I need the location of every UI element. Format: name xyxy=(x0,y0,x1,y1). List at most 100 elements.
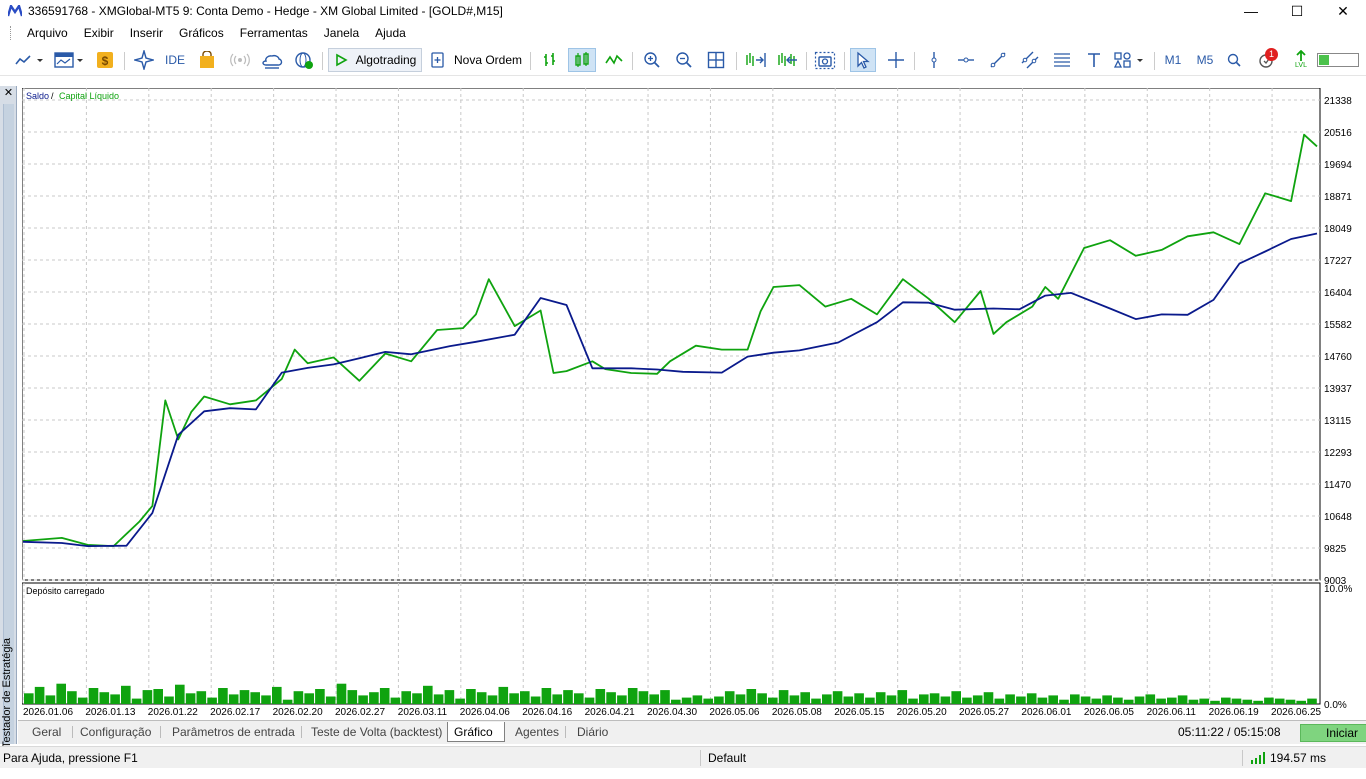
menu-ajuda[interactable]: Ajuda xyxy=(367,26,414,40)
tab-grafico[interactable]: Gráfico xyxy=(447,722,505,742)
deposit-bar xyxy=(789,695,800,704)
ide-button[interactable]: IDE xyxy=(162,48,188,72)
deposit-bar xyxy=(1016,696,1026,704)
templates-button[interactable] xyxy=(52,48,86,72)
menu-arquivo[interactable]: Arquivo xyxy=(19,26,76,40)
cursor-button[interactable] xyxy=(850,48,876,72)
level-button[interactable]: LVL xyxy=(1290,48,1312,72)
horizontal-line-button[interactable] xyxy=(954,48,978,72)
fibonacci-icon xyxy=(1054,53,1070,67)
dollar-button[interactable]: $ xyxy=(94,48,116,72)
deposit-bar xyxy=(1242,699,1253,704)
deposit-bar xyxy=(606,692,616,704)
timeframe-m5-button[interactable]: M5 xyxy=(1192,48,1218,72)
deposit-bar xyxy=(714,696,724,704)
deposit-bar xyxy=(649,694,659,704)
x-tick-label: 2026.06.25 xyxy=(1271,707,1321,718)
screenshot-button[interactable] xyxy=(812,48,838,72)
vertical-line-icon xyxy=(931,52,937,68)
tab-geral[interactable]: Geral xyxy=(26,722,67,742)
tab-configuracao[interactable]: Configuração xyxy=(74,722,157,742)
close-button[interactable]: ✕ xyxy=(1320,0,1366,22)
deposit-bar xyxy=(617,695,627,704)
y-tick-label: 9825 xyxy=(1324,544,1347,555)
vps-button[interactable] xyxy=(260,48,284,72)
ai-assistant-button[interactable] xyxy=(132,48,156,72)
menu-janela[interactable]: Janela xyxy=(316,26,367,40)
fibonacci-button[interactable] xyxy=(1050,48,1074,72)
web-button[interactable] xyxy=(292,48,316,72)
crosshair-icon xyxy=(888,52,904,68)
deposit-bar xyxy=(1102,695,1112,704)
x-tick-label: 2026.05.15 xyxy=(834,707,884,718)
globe-icon xyxy=(295,52,313,69)
vertical-line-button[interactable] xyxy=(922,48,946,72)
notifications-button[interactable]: 1 xyxy=(1252,48,1280,72)
zoom-in-icon xyxy=(644,52,660,68)
signal-icon xyxy=(230,53,250,67)
tab-diario[interactable]: Diário xyxy=(571,722,614,742)
deposit-bar xyxy=(1221,697,1231,704)
backtest-chart-area[interactable]: 2026.01.06 2026.01.13 2026.01.22 2026.02.17… xyxy=(18,86,1366,720)
crosshair-button[interactable] xyxy=(884,48,908,72)
bar-chart-button[interactable] xyxy=(538,48,562,72)
deposit-bar xyxy=(239,690,250,704)
deposit-bar xyxy=(412,693,422,704)
x-tick-label: 2026.02.20 xyxy=(273,707,323,718)
tab-agentes[interactable]: Agentes xyxy=(509,722,565,742)
chart-type-button[interactable] xyxy=(12,48,46,72)
trend-line-button[interactable] xyxy=(986,48,1010,72)
deposit-bar xyxy=(638,691,649,704)
legend-balance: Saldo xyxy=(26,91,49,101)
tile-windows-button[interactable] xyxy=(704,48,728,72)
shapes-button[interactable] xyxy=(1112,48,1148,72)
channel-button[interactable] xyxy=(1018,48,1042,72)
deposit-y-tick: 10.0% xyxy=(1324,584,1352,595)
grid-icon xyxy=(707,51,725,69)
auto-scroll-icon xyxy=(778,53,797,66)
minimize-button[interactable]: — xyxy=(1228,0,1274,22)
algotrading-label: Algotrading xyxy=(355,53,417,67)
start-button[interactable]: Iniciar xyxy=(1300,724,1366,742)
deposit-bar xyxy=(218,688,228,705)
horizontal-line-icon xyxy=(958,57,974,63)
candlestick-button[interactable] xyxy=(568,48,596,72)
ide-label: IDE xyxy=(164,53,185,67)
x-tick-label: 2026.04.06 xyxy=(460,707,510,718)
y-tick-label: 18049 xyxy=(1324,224,1352,235)
signals-button[interactable] xyxy=(228,48,252,72)
tab-teste-de-volta[interactable]: Teste de Volta (backtest) xyxy=(305,722,448,742)
menu-exibir[interactable]: Exibir xyxy=(76,26,122,40)
maximize-button[interactable]: ☐ xyxy=(1274,0,1320,22)
text-button[interactable] xyxy=(1082,48,1106,72)
menu-inserir[interactable]: Inserir xyxy=(122,26,171,40)
timeframe-m1-button[interactable]: M1 xyxy=(1160,48,1186,72)
algotrading-button[interactable]: Algotrading xyxy=(328,48,422,72)
search-button[interactable] xyxy=(1224,48,1244,72)
auto-scroll-button[interactable] xyxy=(774,48,800,72)
deposit-bar xyxy=(131,698,142,704)
menu-bar: Arquivo Exibir Inserir Gráficos Ferramen… xyxy=(0,22,1366,44)
deposit-bar xyxy=(671,699,681,704)
chart-shift-button[interactable] xyxy=(742,48,768,72)
deposit-bar xyxy=(1188,699,1199,704)
deposit-bar xyxy=(34,686,45,704)
cursor-icon xyxy=(857,51,870,69)
balance-equity-chart[interactable]: 2026.01.06 2026.01.13 2026.01.22 2026.02.17… xyxy=(22,88,1366,718)
market-button[interactable] xyxy=(196,48,218,72)
close-panel-icon[interactable]: ✕ xyxy=(3,88,14,99)
deposit-bar xyxy=(972,695,983,704)
zoom-in-button[interactable] xyxy=(640,48,664,72)
menu-ferramentas[interactable]: Ferramentas xyxy=(232,26,316,40)
deposit-bar xyxy=(390,697,401,704)
tab-parametros-entrada[interactable]: Parâmetros de entrada xyxy=(166,722,301,742)
deposit-bar xyxy=(530,696,541,704)
new-order-button[interactable]: Nova Ordem xyxy=(428,48,524,72)
zoom-out-button[interactable] xyxy=(672,48,696,72)
menu-graficos[interactable]: Gráficos xyxy=(171,26,232,40)
deposit-bar xyxy=(24,693,34,704)
candlestick-icon xyxy=(575,52,589,67)
line-button[interactable] xyxy=(602,48,626,72)
x-tick-label: 2026.06.19 xyxy=(1209,707,1259,718)
status-bar: Para Ajuda, pressione F1 Default 194.57 … xyxy=(0,746,1366,768)
